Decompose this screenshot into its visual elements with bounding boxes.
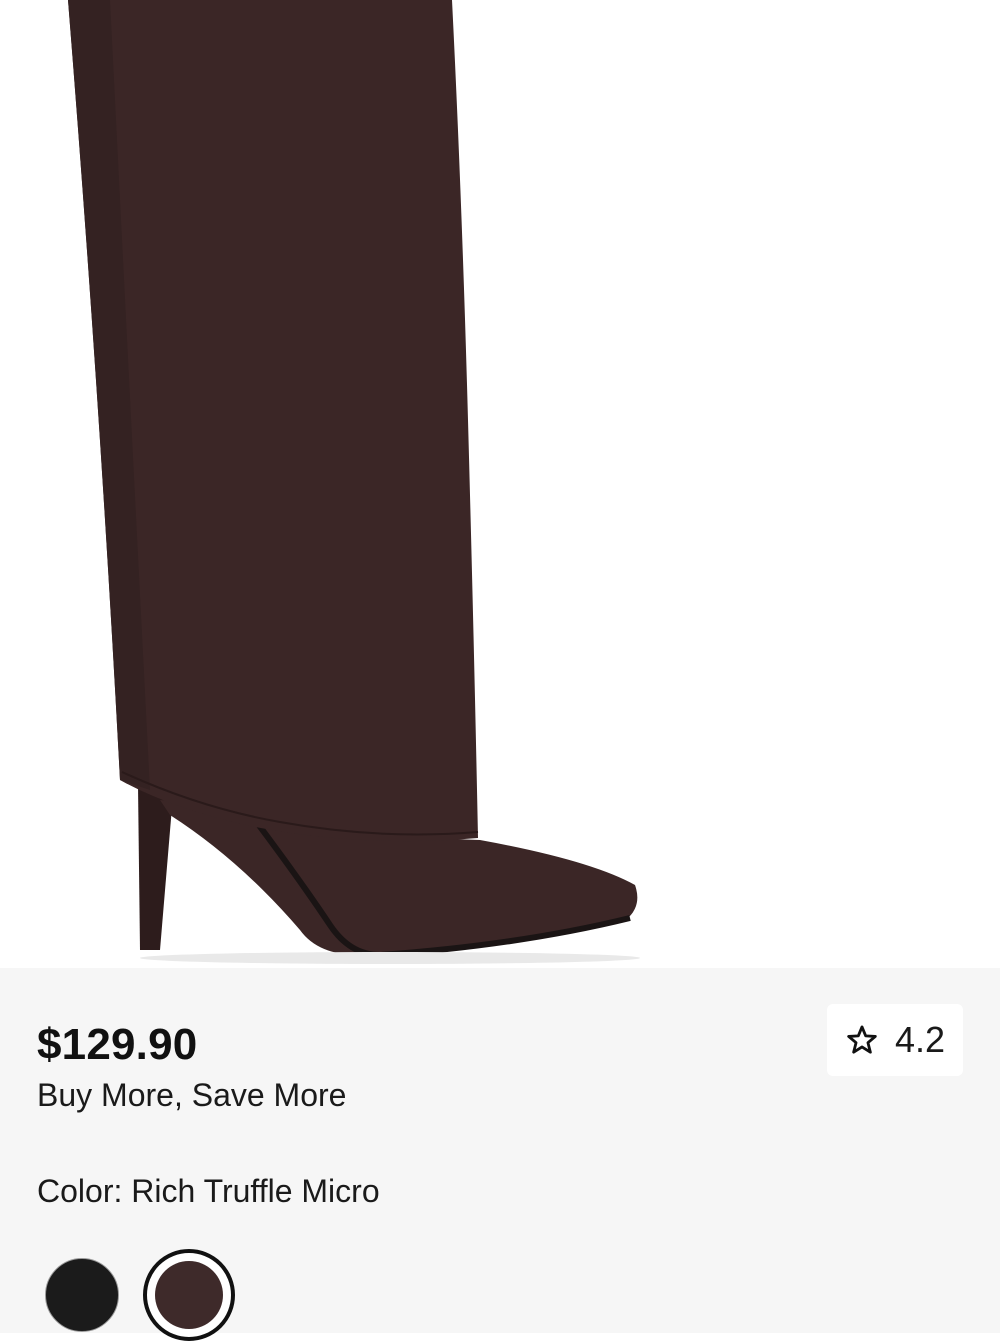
color-swatch-black[interactable] bbox=[45, 1258, 119, 1332]
rating-value: 4.2 bbox=[894, 1019, 946, 1060]
rating-badge[interactable]: 4.2 bbox=[827, 1004, 963, 1076]
boot-ground-shadow bbox=[140, 952, 640, 964]
product-price: $129.90 bbox=[37, 1020, 198, 1069]
promo-text: Buy More, Save More bbox=[37, 1077, 347, 1113]
color-label: Color: Rich Truffle Micro bbox=[37, 1173, 380, 1209]
product-image[interactable] bbox=[0, 0, 1000, 968]
boot-illustration bbox=[68, 0, 640, 964]
product-info-panel: $129.90 Buy More, Save More 4.2 Color: R… bbox=[0, 968, 1000, 1341]
star-outline-icon bbox=[847, 1025, 877, 1054]
color-swatch-rich-truffle-micro[interactable] bbox=[143, 1249, 235, 1341]
color-swatch-fill bbox=[155, 1261, 223, 1329]
